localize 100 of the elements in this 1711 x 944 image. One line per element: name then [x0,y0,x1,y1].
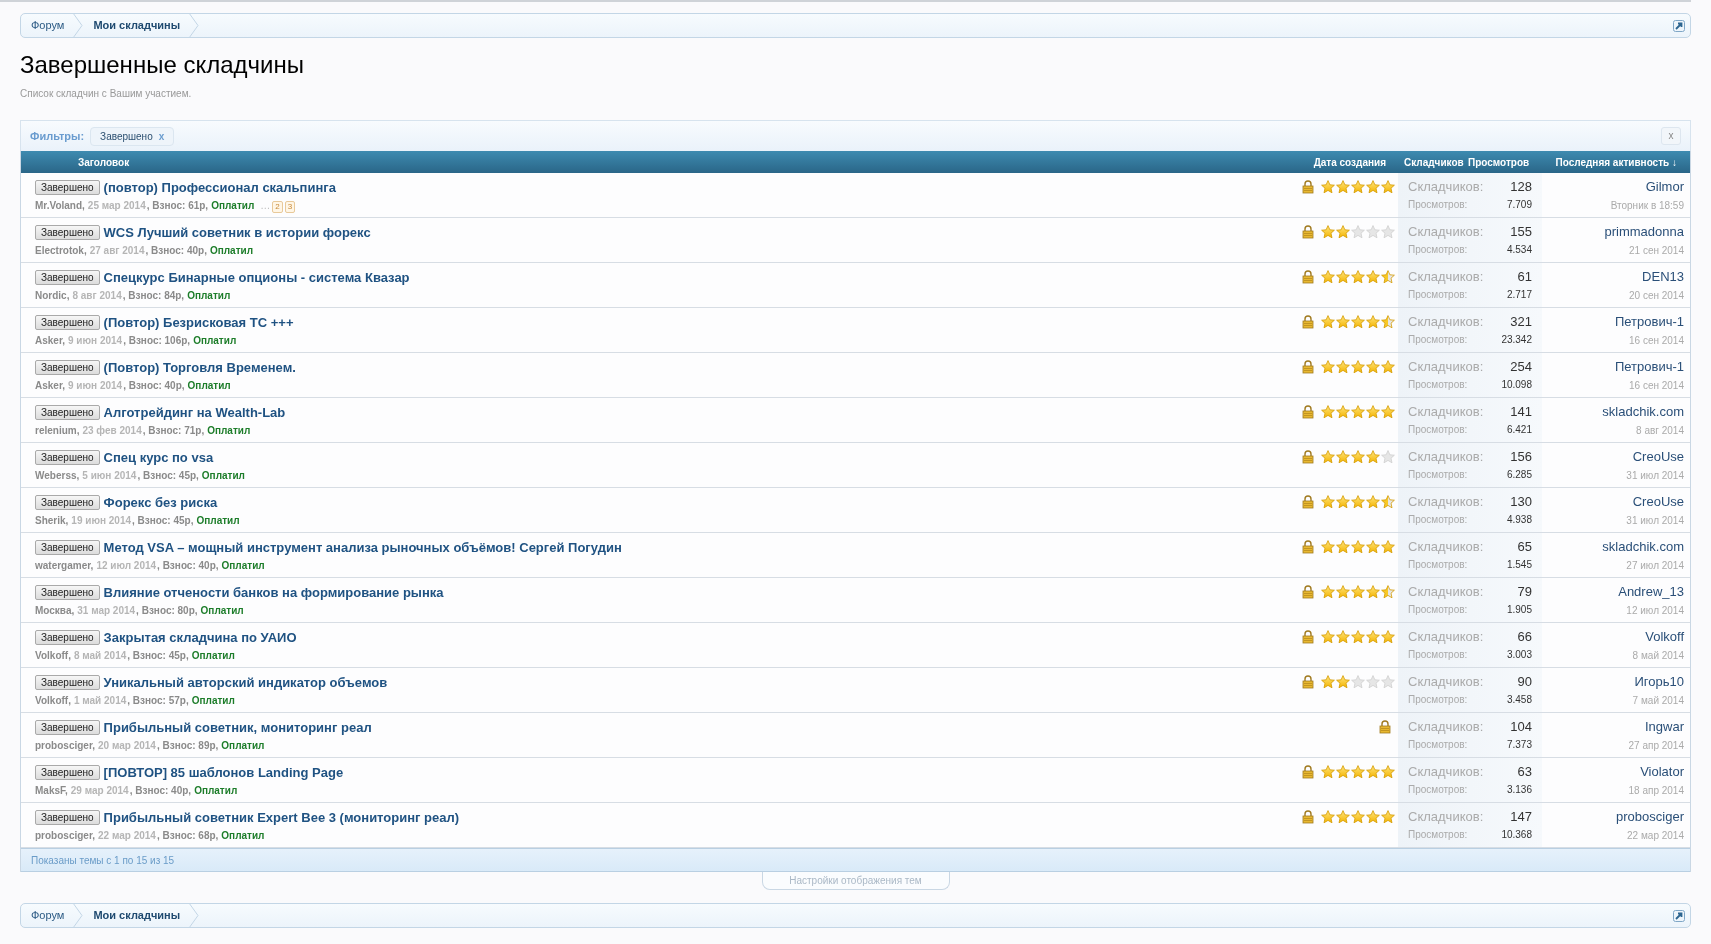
star-icon [1366,405,1380,419]
fee-text: , Взнос: 40р, [129,783,192,798]
star-icon [1351,270,1365,284]
views-label: Просмотров: [1408,782,1468,797]
last-poster-link[interactable]: Volkoff [1645,627,1684,647]
clear-filters-button[interactable]: x [1661,127,1681,145]
participants-count: 254 [1510,358,1532,376]
star-icon [1336,630,1350,644]
views-count: 2.717 [1506,287,1532,302]
topic-title-link[interactable]: Спецкурс Бинарные опционы - система Квазар [103,268,410,288]
status-button[interactable]: Завершено [35,315,100,331]
status-button[interactable]: Завершено [35,270,100,286]
topic-title-link[interactable]: Прибыльный советник Expert Bee 3 (мониторинг реал) [103,808,460,828]
status-button[interactable]: Завершено [35,360,100,376]
star-icon [1381,360,1395,374]
topic-title-link[interactable]: [ПОВТОР] 85 шаблонов Landing Page [103,763,344,783]
participants-count: 156 [1510,448,1532,466]
last-poster-link[interactable]: CreoUse [1632,492,1684,512]
column-header[interactable]: Последняя активность ↓ [1555,156,1677,168]
author-link[interactable]: Москва, [35,604,75,616]
topic-title-link[interactable]: Форекс без риска [103,493,218,513]
status-button[interactable]: Завершено [35,495,100,511]
topic-title-link[interactable]: Спец курс по vsa [103,448,214,468]
breadcrumb-link[interactable]: Форум [21,907,73,924]
participants-count: 61 [1517,268,1532,286]
star-icon [1366,630,1380,644]
views-count: 10.368 [1501,827,1532,842]
status-button[interactable]: Завершено [35,630,100,646]
breadcrumb-link[interactable]: Мои складчины [83,17,189,34]
star-icon [1366,765,1380,779]
last-poster-link[interactable]: Игорь10 [1634,672,1684,692]
status-button[interactable]: Завершено [35,450,100,466]
author-link[interactable]: Asker, [35,334,66,346]
fee-text: , Взнос: 68р, [156,828,219,843]
star-icon [1321,495,1335,509]
paid-status: Оплатил [191,649,235,661]
participants-count: 90 [1517,673,1532,691]
star-icon [1366,585,1380,599]
status-button[interactable]: Завершено [35,720,100,736]
status-button[interactable]: Завершено [35,225,100,241]
status-button[interactable]: Завершено [35,405,100,421]
topic-title-link[interactable]: (Повтор) Торговля Временем. [103,358,296,378]
column-header[interactable]: Заголовок [78,156,130,168]
last-activity-date: 7 май 2014 [1632,693,1684,708]
topic-title-link[interactable]: Закрытая складчина по УАИО [103,628,297,648]
last-poster-link[interactable]: Ingwar [1644,717,1684,737]
status-button[interactable]: Завершено [35,675,100,691]
topic-title-link[interactable]: Метод VSA – мощный инструмент анализа рыночных объёмов! Сергей Погудин [103,538,622,558]
breadcrumb-link[interactable]: Мои складчины [83,907,189,924]
star-icon [1351,585,1365,599]
participants-label: Складчиков: [1408,448,1484,466]
breadcrumb-link[interactable]: Форум [21,17,73,34]
star-icon [1351,450,1365,464]
last-poster-link[interactable]: primmadonna [1604,222,1684,242]
status-button[interactable]: Завершено [35,765,100,781]
column-header[interactable]: Просмотров [1468,156,1530,168]
topic-title-link[interactable]: Алготрейдинг на Wealth-Lab [103,403,286,423]
column-header[interactable]: Дата создания [1313,156,1386,168]
views-label: Просмотров: [1408,287,1468,302]
last-poster-link[interactable]: probosciger [1616,807,1684,827]
author-link[interactable]: watergamer, [35,559,94,571]
last-poster-link[interactable]: skladchik.com [1602,537,1684,557]
topic-title-link[interactable]: Уникальный авторский индикатор объемов [103,673,388,693]
author-link[interactable]: Weberss, [35,469,80,481]
paid-status: Оплатил [191,694,235,706]
last-poster-link[interactable]: skladchik.com [1602,402,1684,422]
status-button[interactable]: Завершено [35,180,100,196]
participants-count: 65 [1517,538,1532,556]
created-date: 12 июл 2014 [96,558,157,573]
status-button[interactable]: Завершено [35,540,100,556]
author-link[interactable]: Volkoff, [35,649,71,661]
last-poster-link[interactable]: Петрович-1 [1614,357,1684,377]
last-poster-link[interactable]: CreoUse [1632,447,1684,467]
last-poster-link[interactable]: DEN13 [1642,267,1684,287]
author-link[interactable]: Nordic, [35,289,70,301]
star-icon [1336,225,1350,239]
star-icon [1336,315,1350,329]
column-header[interactable]: Складчиков [1404,156,1464,168]
star-icon [1321,180,1335,194]
participants-label: Складчиков: [1408,223,1484,241]
author-link[interactable]: Mr.Voland, [35,199,85,211]
topic-title-link[interactable]: Прибыльный советник, мониторинг реал [103,718,372,738]
status-button[interactable]: Завершено [35,810,100,826]
star-icon [1351,405,1365,419]
last-poster-link[interactable]: Петрович-1 [1614,312,1684,332]
topic-title-link[interactable]: (Повтор) Безрисковая ТС +++ [103,313,294,333]
author-link[interactable]: Volkoff, [35,694,71,706]
views-count: 6.421 [1506,422,1532,437]
author-link[interactable]: Asker, [35,379,66,391]
last-poster-link[interactable]: Violator [1640,762,1684,782]
star-icon [1336,180,1350,194]
topic-title-link[interactable]: WCS Лучший советник в истории форекс [103,223,371,243]
status-button[interactable]: Завершено [35,585,100,601]
topic-title-link[interactable]: (повтор) Профессионал скальпинга [103,178,336,198]
participants-label: Складчиков: [1408,268,1484,286]
last-poster-link[interactable]: Andrew_13 [1618,582,1684,602]
last-poster-link[interactable]: Gilmor [1645,177,1684,197]
topic-title-link[interactable]: Влияние отчености банков на формирование рынка [103,583,444,603]
star-icon [1336,360,1350,374]
paid-status: Оплатил [187,289,231,301]
